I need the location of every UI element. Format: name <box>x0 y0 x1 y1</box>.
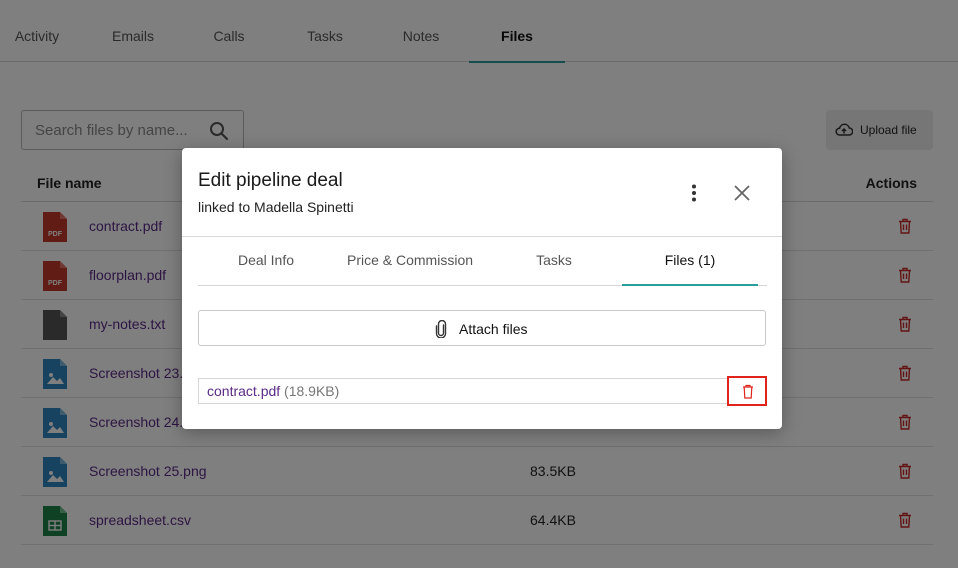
attached-file-item: contract.pdf (18.9KB) <box>198 376 767 406</box>
attached-file-size: (18.9KB) <box>284 383 340 399</box>
dialog-title: Edit pipeline deal <box>198 170 343 191</box>
paperclip-icon <box>435 320 447 338</box>
attached-file-link[interactable]: contract.pdf <box>207 383 280 399</box>
tab-deal-tasks[interactable]: Tasks <box>486 237 622 285</box>
trash-icon <box>743 384 753 399</box>
tab-price-commission[interactable]: Price & Commission <box>334 237 486 285</box>
tab-deal-info[interactable]: Deal Info <box>198 237 334 285</box>
attach-files-label: Attach files <box>459 321 528 337</box>
remove-attached-file-button[interactable] <box>727 376 767 406</box>
edit-deal-dialog: Edit pipeline deal linked to Madella Spi… <box>182 148 782 429</box>
more-options-icon[interactable] <box>682 181 706 205</box>
attach-files-button[interactable]: Attach files <box>198 310 766 346</box>
tab-deal-files[interactable]: Files (1) <box>622 237 758 286</box>
close-icon[interactable] <box>730 181 754 205</box>
dialog-subtitle: linked to Madella Spinetti <box>198 199 354 215</box>
dialog-tabs: Deal Info Price & Commission Tasks Files… <box>198 237 767 286</box>
